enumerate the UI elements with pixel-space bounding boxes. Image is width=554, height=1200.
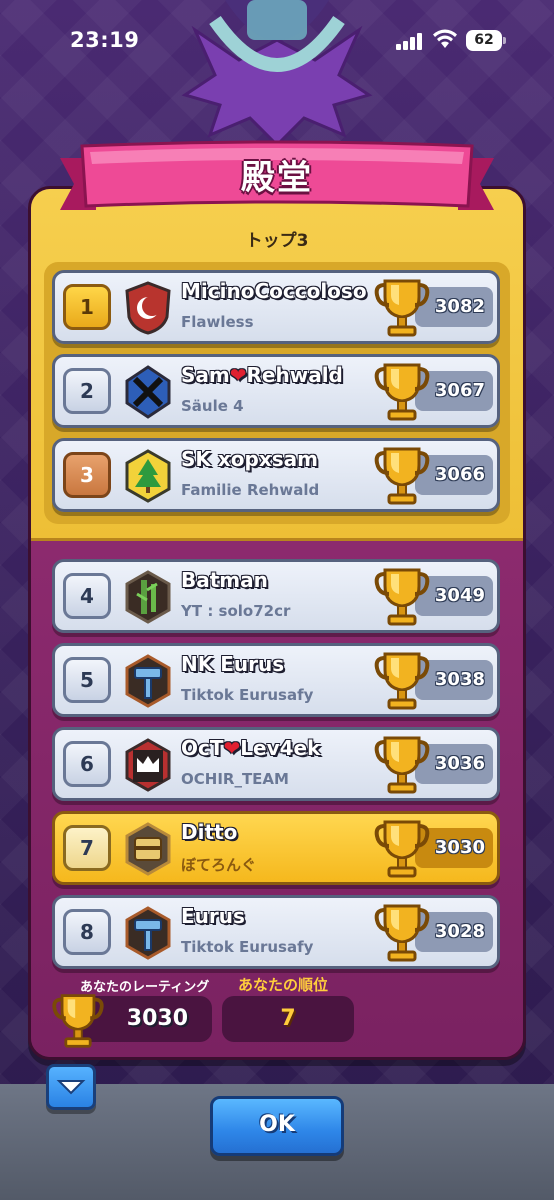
clan-name: OCHIR_TEAM bbox=[181, 770, 289, 788]
clan-name: Tiktok Eurusafy bbox=[181, 938, 314, 956]
trophy-icon bbox=[374, 447, 430, 505]
leaderboard-row[interactable]: 2 Sam❤Rehwald Säule 4 3067 bbox=[52, 354, 500, 428]
crown-badge-icon bbox=[125, 738, 171, 792]
rank-number: 8 bbox=[63, 909, 111, 955]
collapse-button[interactable] bbox=[46, 1064, 96, 1110]
rank-number: 4 bbox=[63, 573, 111, 619]
player-name: SK xopxsam bbox=[181, 447, 318, 471]
page-title: 殿堂 bbox=[241, 158, 313, 198]
player-name: Sam❤Rehwald bbox=[181, 363, 343, 387]
chevron-down-icon bbox=[56, 1080, 86, 1095]
trophy-icon bbox=[374, 568, 430, 626]
trophy-icon bbox=[374, 279, 430, 337]
player-name: MicinoCoccoloso bbox=[181, 279, 367, 303]
tree-badge-icon bbox=[125, 449, 171, 503]
leaderboard-row[interactable]: 8 Eurus Tiktok Eurusafy 3028 bbox=[52, 895, 500, 969]
heart-icon: ❤ bbox=[229, 363, 247, 387]
leaderboard-row-current-player[interactable]: 7 Ditto ぼてろんぐ 3030 bbox=[52, 811, 500, 885]
clan-name: ぼてろんぐ bbox=[181, 856, 257, 874]
wifi-icon bbox=[433, 29, 457, 48]
top3-heading: トップ3 bbox=[245, 231, 309, 251]
trophy-icon bbox=[374, 652, 430, 710]
rank-number: 3 bbox=[63, 452, 111, 498]
clan-name: Säule 4 bbox=[181, 397, 244, 415]
player-name: OcT❤Lev4ek bbox=[181, 736, 321, 760]
leaderboard-row[interactable]: 3 SK xopxsam Familie Rehwald 3066 bbox=[52, 438, 500, 512]
player-name: NK Eurus bbox=[181, 652, 285, 676]
clock-time: 23:19 bbox=[70, 28, 140, 52]
league-emblem-icon bbox=[181, 0, 373, 145]
leaderboard-row[interactable]: 1 MicinoCoccoloso Flawless 3082 bbox=[52, 270, 500, 344]
hammer-badge-icon bbox=[125, 906, 171, 960]
trophy-icon bbox=[374, 736, 430, 794]
clan-name: Tiktok Eurusafy bbox=[181, 686, 314, 704]
battery-indicator: 62 bbox=[466, 30, 506, 51]
player-name: Ditto bbox=[181, 820, 238, 844]
player-name: Batman bbox=[181, 568, 268, 592]
my-rank-value: 7 bbox=[222, 996, 354, 1042]
trophy-icon bbox=[374, 820, 430, 878]
trophy-icon bbox=[52, 994, 104, 1048]
leaderboard-row[interactable]: 5 NK Eurus Tiktok Eurusafy 3038 bbox=[52, 643, 500, 717]
rank-number: 6 bbox=[63, 741, 111, 787]
leaderboard-row[interactable]: 4 Batman YT : solo72cr 3049 bbox=[52, 559, 500, 633]
player-name: Eurus bbox=[181, 904, 245, 928]
clan-name: Flawless bbox=[181, 313, 254, 331]
bamboo-badge-icon bbox=[125, 570, 171, 624]
clan-name: Familie Rehwald bbox=[181, 481, 320, 499]
rank-number: 2 bbox=[63, 368, 111, 414]
rank-number: 7 bbox=[63, 825, 111, 871]
rank-number: 1 bbox=[63, 284, 111, 330]
my-rank-label: あなたの順位 bbox=[238, 976, 329, 994]
chest-badge-icon bbox=[125, 822, 171, 876]
rank-number: 5 bbox=[63, 657, 111, 703]
hammer-badge-icon bbox=[125, 654, 171, 708]
ok-button[interactable]: OK bbox=[210, 1096, 344, 1156]
trophy-icon bbox=[374, 904, 430, 962]
trophy-icon bbox=[374, 363, 430, 421]
heart-icon: ❤ bbox=[223, 736, 241, 760]
leaderboard-row[interactable]: 6 OcT❤Lev4ek OCHIR_TEAM 3036 bbox=[52, 727, 500, 801]
cellular-signal-icon bbox=[396, 32, 424, 50]
clan-name: YT : solo72cr bbox=[181, 602, 291, 620]
crescent-badge-icon bbox=[125, 281, 171, 335]
cross-badge-icon bbox=[125, 365, 171, 419]
